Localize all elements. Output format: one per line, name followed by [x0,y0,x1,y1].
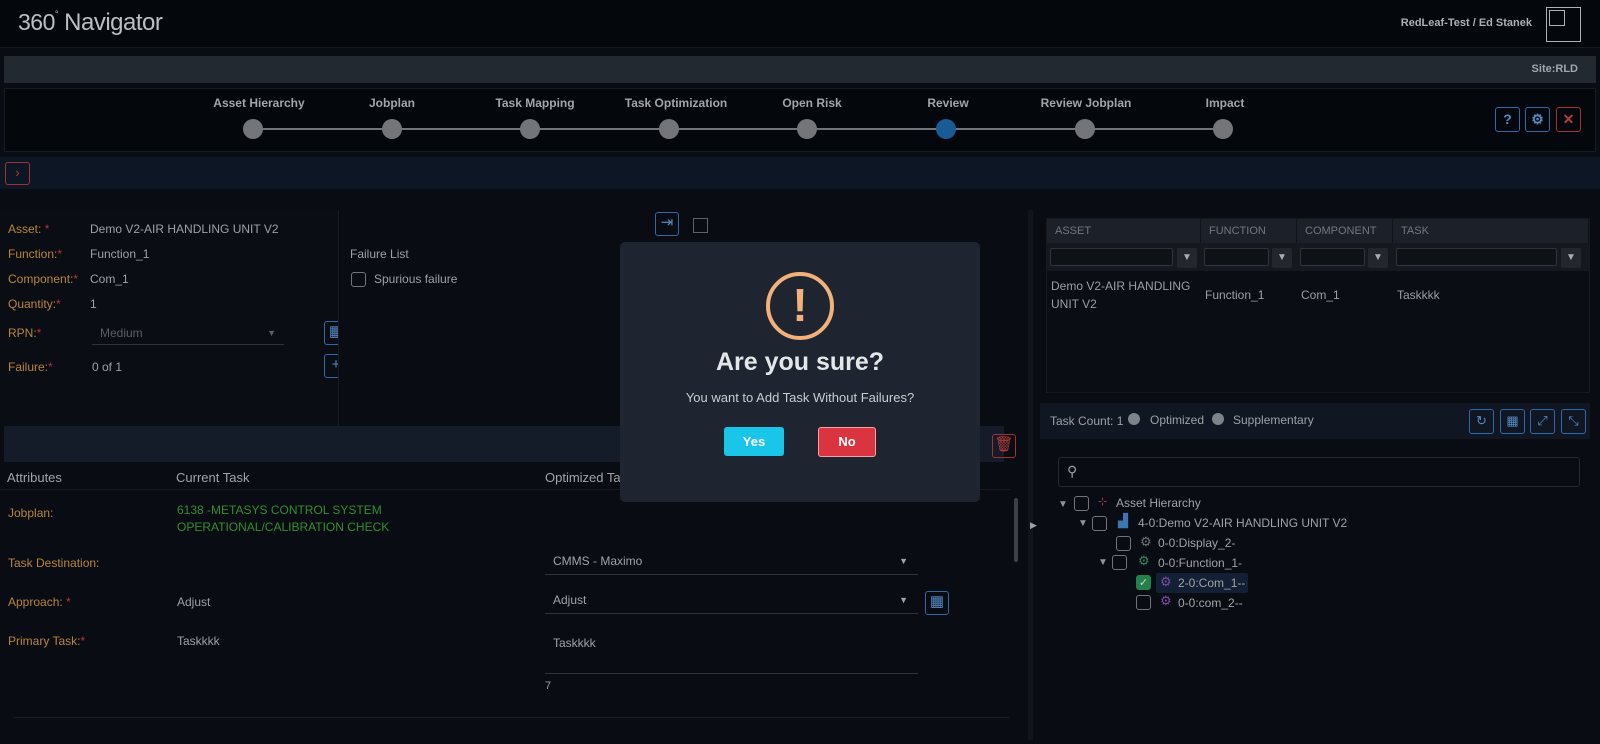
yes-button[interactable]: Yes [724,427,784,456]
warning-icon: ! [766,272,834,340]
dialog-message: You want to Add Task Without Failures? [685,390,915,405]
no-button[interactable]: No [818,427,876,457]
dialog-title: Are you sure? [715,348,885,376]
confirm-dialog: ! Are you sure? You want to Add Task Wit… [620,242,980,502]
